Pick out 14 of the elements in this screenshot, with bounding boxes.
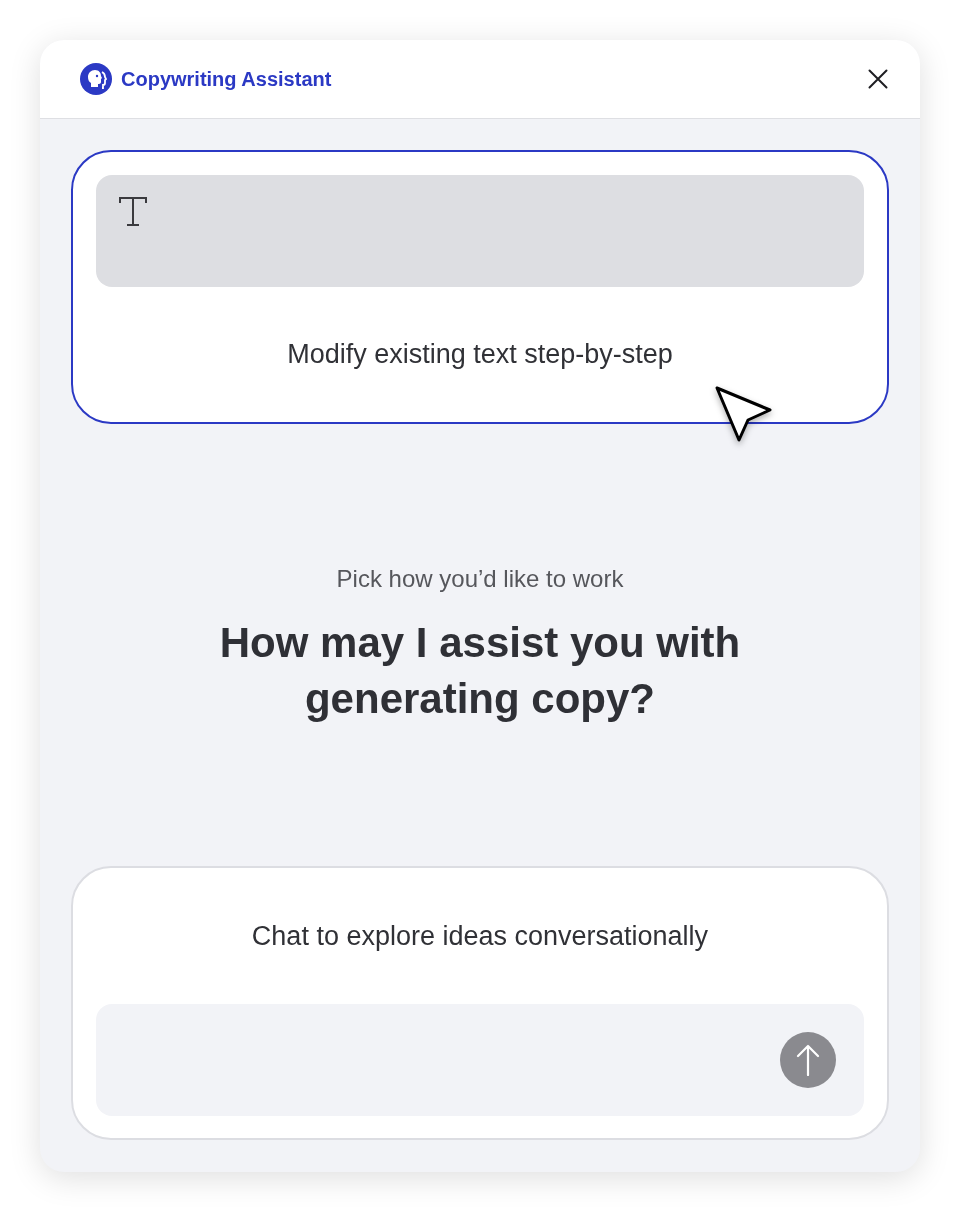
arrow-up-icon bbox=[796, 1044, 820, 1076]
option-label: Modify existing text step-by-step bbox=[287, 339, 673, 370]
heading: How may I assist you with generating copy? bbox=[218, 617, 742, 724]
option-card[interactable]: Modify existing text step-by-step bbox=[71, 150, 889, 424]
send-button[interactable] bbox=[780, 1032, 836, 1088]
option-label: Chat to explore ideas conversationally bbox=[251, 920, 709, 952]
chat-input-field[interactable] bbox=[96, 1004, 864, 1116]
close-icon bbox=[868, 69, 888, 89]
text-input-field[interactable] bbox=[96, 175, 864, 287]
logo-icon bbox=[80, 63, 112, 95]
text-icon bbox=[118, 195, 148, 227]
option-card[interactable]: Chat to explore ideas conversationally bbox=[71, 866, 889, 1140]
window-title: Copywriting Assistant bbox=[121, 67, 332, 91]
subtitle: Pick how you’d like to work bbox=[336, 563, 624, 594]
